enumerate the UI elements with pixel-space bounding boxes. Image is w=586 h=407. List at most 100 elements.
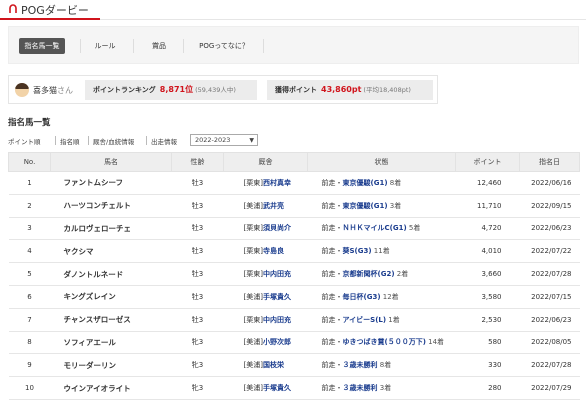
- horse-table: No. 馬名 性齢 厩舎 状態 ポイント 指名日 1 ファントムシーフ 牡3 [栗東]…: [8, 152, 580, 400]
- points-cell: 580: [455, 330, 520, 355]
- stable-region: [栗東]: [243, 224, 263, 233]
- stable-cell: [美浦]手塚貴久: [223, 376, 308, 400]
- stable-cell: [栗東]中内田充: [223, 307, 308, 332]
- user-name-suffix: さん: [57, 86, 73, 95]
- finish-rank: 12着: [382, 292, 399, 301]
- sex-age: 牝3: [171, 353, 224, 378]
- tab-nominated-horses[interactable]: 指名馬一覧: [19, 38, 65, 54]
- status-cell: 前走・アイビーS(L) 1着: [307, 307, 456, 332]
- trainer-link[interactable]: 中内田充: [263, 270, 291, 278]
- nomination-date: 2022/07/28: [519, 262, 580, 286]
- horse-name-link[interactable]: ウインアイオライト: [50, 376, 172, 400]
- horse-name-link[interactable]: チャンスザローゼス: [50, 307, 172, 332]
- stable-cell: [栗東]須貝尚介: [223, 216, 308, 241]
- stable-region: [美浦]: [243, 361, 263, 370]
- ranking-sub: (59,439人中): [195, 86, 236, 94]
- points-label: 獲得ポイント: [275, 86, 317, 94]
- page-title: POGダービー: [21, 4, 89, 17]
- horse-name-link[interactable]: モリーダーリン: [50, 353, 172, 378]
- race-link[interactable]: ＮＨＫマイルC(G1): [343, 224, 407, 232]
- col-header-status: 状態: [307, 152, 456, 172]
- race-link[interactable]: ゆきつばき賞(５００万下): [343, 338, 426, 346]
- stable-region: [栗東]: [243, 247, 263, 256]
- race-link[interactable]: 東京優駿(G1): [343, 179, 388, 187]
- sex-age: 牝3: [171, 330, 224, 355]
- filter-divider: [88, 136, 89, 145]
- sort-by-nomination[interactable]: 指名順: [60, 136, 80, 146]
- col-header-stable: 厩舎: [223, 152, 308, 172]
- trainer-link[interactable]: 中内田充: [263, 316, 291, 324]
- table-row: 10 ウインアイオライト 牝3 [美浦]手塚貴久 前走・３歳未勝利 3着 280 2022/…: [8, 376, 580, 400]
- table-row: 9 モリーダーリン 牝3 [美浦]国枝栄 前走・３歳未勝利 8着 330 2022/07/2…: [8, 353, 580, 378]
- points-cell: 3,580: [455, 284, 520, 309]
- stable-cell: [美浦]国枝栄: [223, 353, 308, 378]
- sex-age: 牝3: [171, 376, 224, 400]
- col-header-date: 指名日: [519, 152, 580, 172]
- tab-bar: 指名馬一覧 ルール 賞品 POGってなに？: [8, 26, 579, 64]
- chevron-down-icon: ▼: [249, 137, 254, 144]
- trainer-link[interactable]: 武井亮: [263, 202, 284, 210]
- status-prefix: 前走・: [321, 384, 343, 393]
- row-number: 6: [8, 284, 51, 309]
- points-cell: 4,010: [455, 239, 520, 264]
- tab-rules[interactable]: ルール: [87, 38, 123, 54]
- tab-prizes[interactable]: 賞品: [141, 38, 177, 54]
- trainer-link[interactable]: 国枝栄: [263, 361, 284, 369]
- user-name-text: 喜多猫: [33, 86, 57, 95]
- row-number: 2: [8, 193, 51, 218]
- trainer-link[interactable]: 須貝尚介: [263, 224, 291, 232]
- trainer-link[interactable]: 西村真幸: [263, 179, 291, 187]
- table-header-row: No. 馬名 性齢 厩舎 状態 ポイント 指名日: [8, 152, 580, 172]
- ranking-value: 8,871位: [159, 85, 194, 94]
- horse-name-link[interactable]: ハーツコンチェルト: [50, 193, 172, 218]
- stable-cell: [栗東]西村真幸: [223, 171, 308, 195]
- trainer-link[interactable]: 手塚貴久: [263, 293, 291, 301]
- horse-name-link[interactable]: ヤクシマ: [50, 239, 172, 264]
- horse-name-link[interactable]: キングズレイン: [50, 284, 172, 309]
- trainer-link[interactable]: 小野次郎: [263, 338, 291, 346]
- stable-region: [栗東]: [243, 315, 263, 324]
- row-number: 9: [8, 353, 51, 378]
- race-link[interactable]: アイビーS(L): [343, 316, 387, 324]
- horse-name-link[interactable]: ソフィアエール: [50, 330, 172, 355]
- status-prefix: 前走・: [321, 247, 343, 256]
- stable-region: [栗東]: [243, 270, 263, 279]
- section-title: 指名馬一覧: [8, 118, 51, 128]
- stable-cell: [美浦]手塚貴久: [223, 284, 308, 309]
- finish-rank: 2着: [396, 270, 409, 279]
- race-link[interactable]: ３歳未勝利: [343, 361, 378, 369]
- stable-cell: [栗東]寺島良: [223, 239, 308, 264]
- ranking-label: ポイントランキング: [93, 86, 156, 94]
- tab-what-is-pog[interactable]: POGってなに？: [191, 38, 257, 54]
- table-row: 6 キングズレイン 牡3 [美浦]手塚貴久 前走・毎日杯(G3) 12着 3,580 202…: [8, 284, 580, 309]
- col-header-points: ポイント: [455, 152, 520, 172]
- race-link[interactable]: 東京優駿(G1): [343, 202, 388, 210]
- col-header-sex: 性齢: [171, 152, 224, 172]
- race-link[interactable]: 毎日杯(G3): [343, 293, 381, 301]
- finish-rank: 1着: [388, 315, 400, 324]
- row-number: 3: [8, 216, 51, 241]
- row-number: 10: [8, 376, 51, 400]
- status-prefix: 前走・: [321, 224, 343, 233]
- sex-age: 牡3: [171, 216, 224, 241]
- trainer-link[interactable]: 手塚貴久: [263, 384, 291, 392]
- user-name: 喜多猫さん: [33, 85, 73, 96]
- race-link[interactable]: ３歳未勝利: [343, 384, 378, 392]
- points-value: 43,860pt: [321, 85, 362, 94]
- sort-by-points[interactable]: ポイント順: [8, 136, 41, 146]
- finish-rank: 3着: [389, 201, 402, 210]
- status-cell: 前走・３歳未勝利 8着: [307, 353, 456, 378]
- race-link[interactable]: 葵S(G3): [343, 247, 372, 255]
- stable-bloodline-info[interactable]: 厩舎/血統情報: [93, 136, 134, 146]
- race-entry-info[interactable]: 出走情報: [151, 136, 177, 146]
- horse-name-link[interactable]: ファントムシーフ: [50, 171, 172, 195]
- page-header: POGダービー: [0, 0, 586, 20]
- race-link[interactable]: 京都新聞杯(G2): [343, 270, 395, 278]
- nomination-date: 2022/06/23: [519, 307, 580, 332]
- horse-name-link[interactable]: ダノントルネード: [50, 262, 172, 286]
- nomination-date: 2022/07/28: [519, 353, 580, 378]
- trainer-link[interactable]: 寺島良: [263, 247, 284, 255]
- status-cell: 前走・東京優駿(G1) 3着: [307, 193, 456, 218]
- season-select[interactable]: 2022-2023 ▼: [190, 134, 258, 146]
- horse-name-link[interactable]: カルロヴェローチェ: [50, 216, 172, 241]
